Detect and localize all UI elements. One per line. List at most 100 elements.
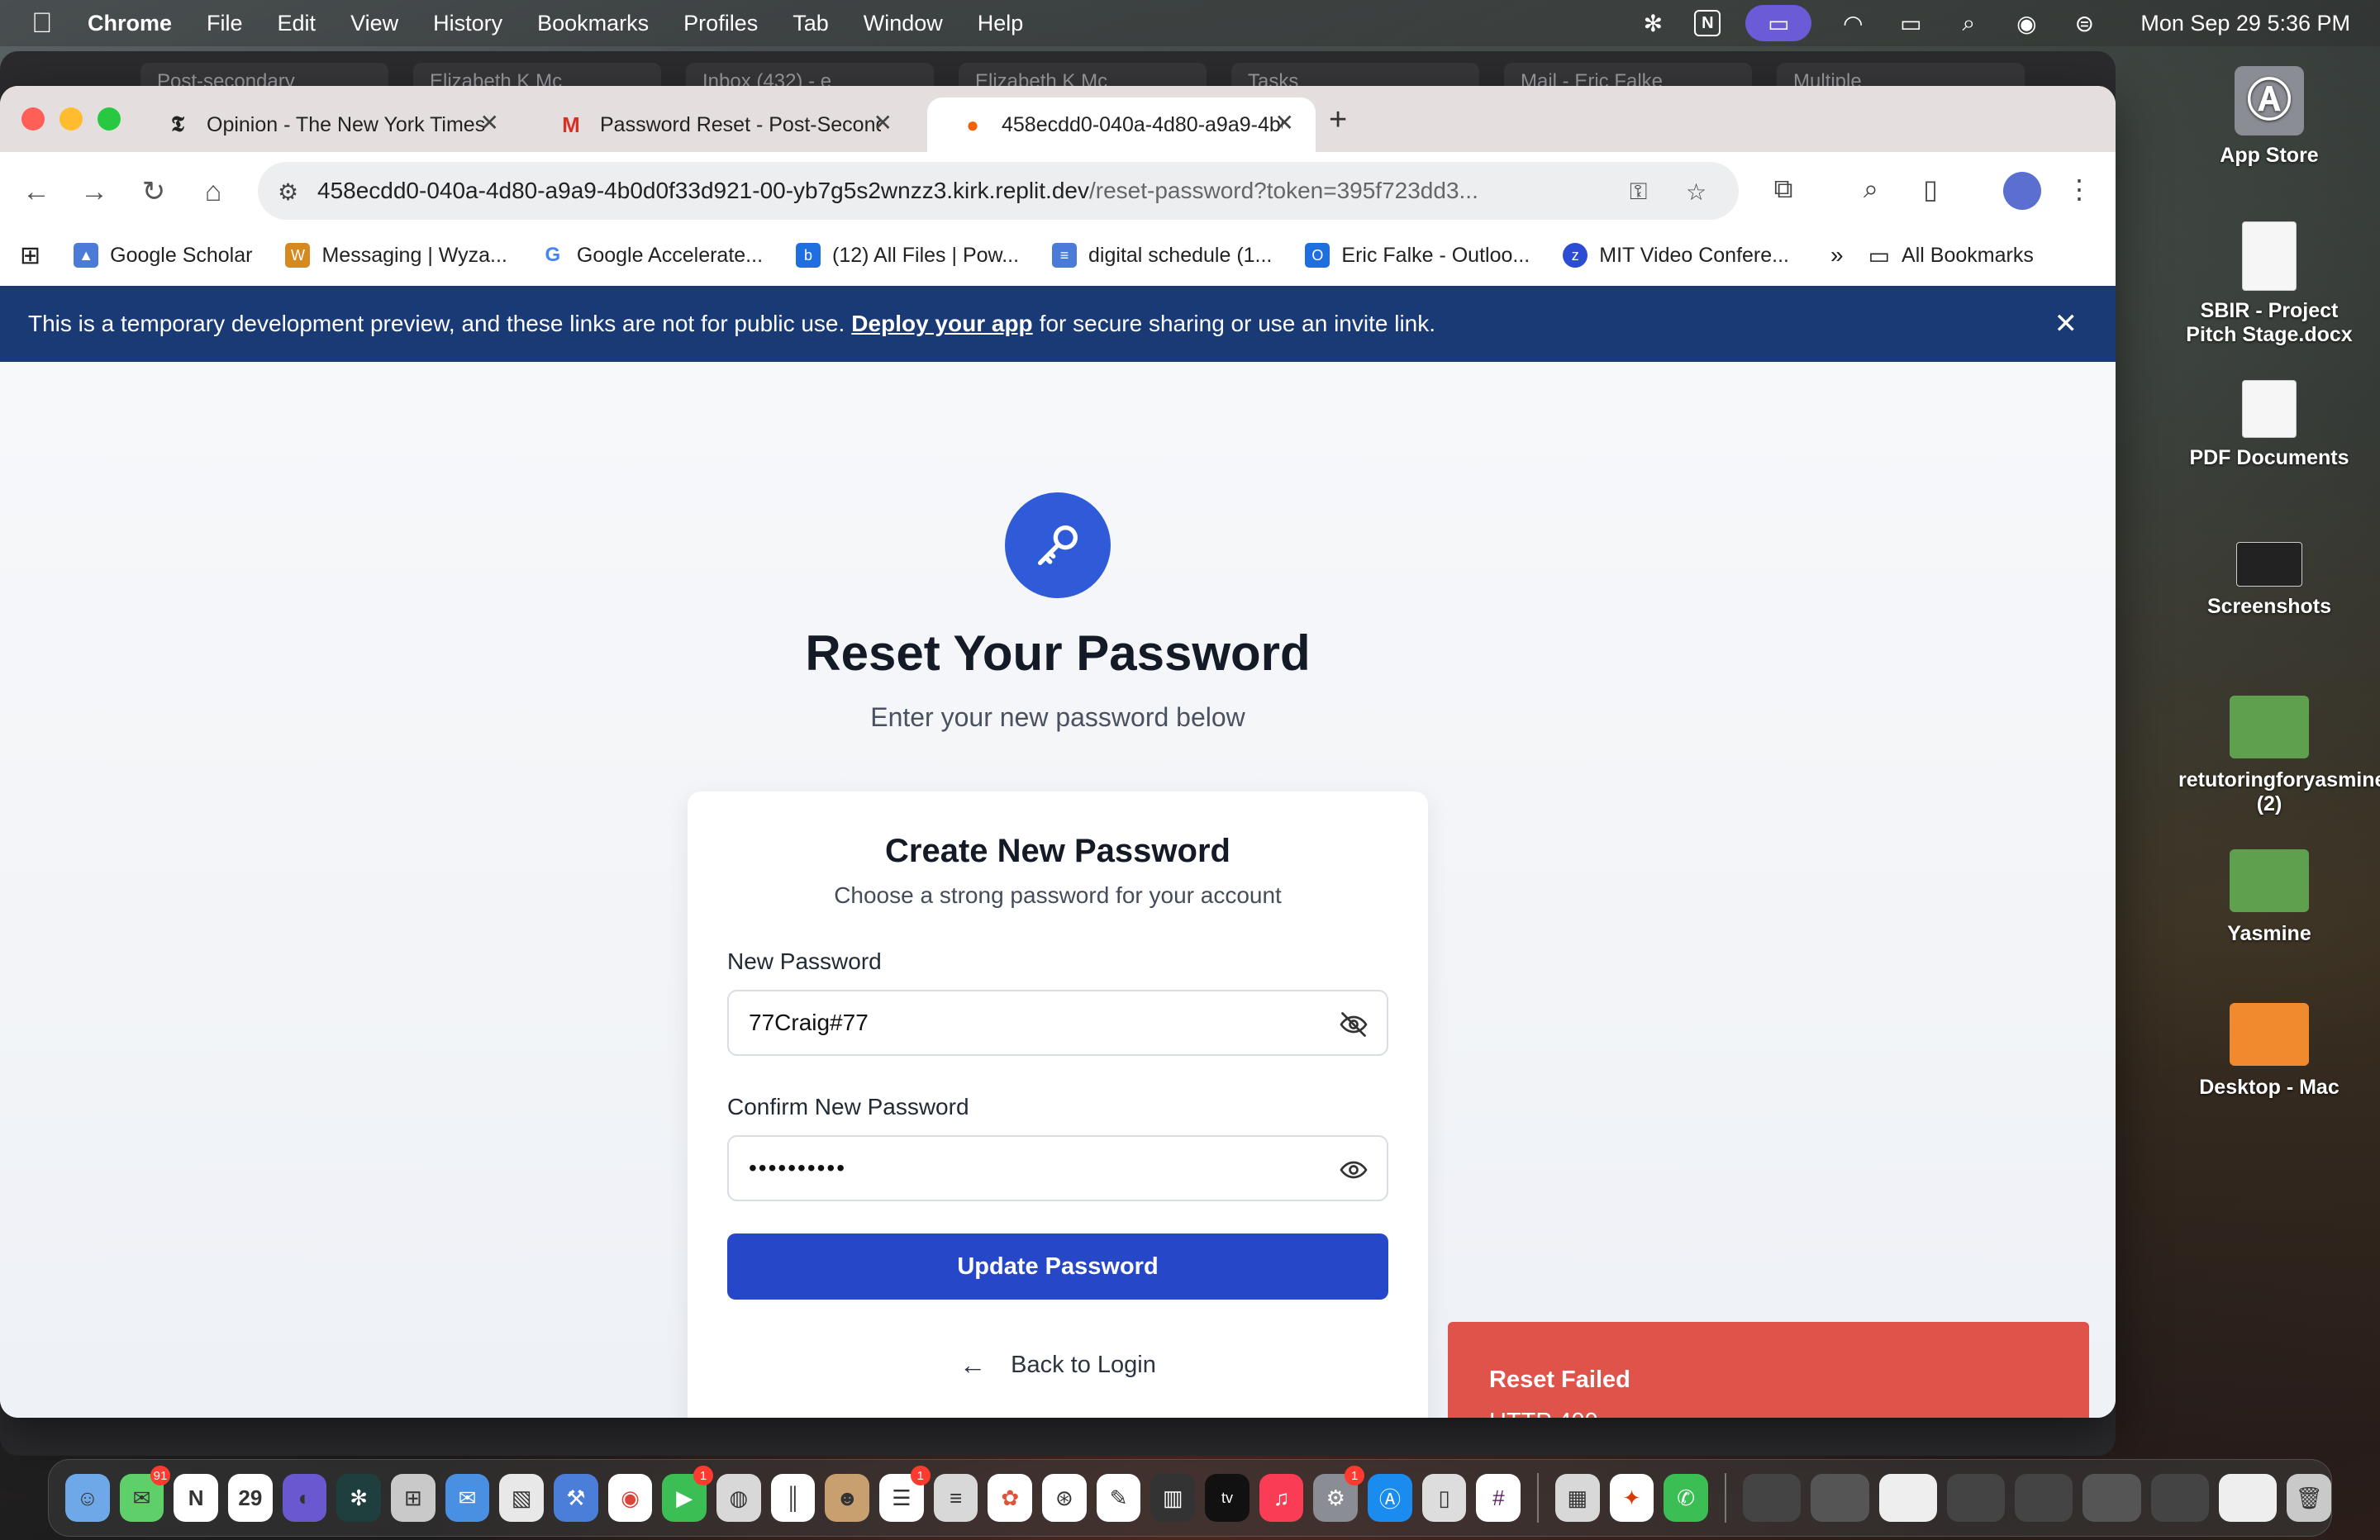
close-tab-icon[interactable]: ✕ [480,109,499,136]
music-icon[interactable]: ♫ [1259,1474,1304,1522]
more-bookmarks-icon[interactable]: » [1830,242,1844,269]
recent-window-thumbnail-icon[interactable] [2150,1474,2210,1522]
desktop-sbir-doc[interactable]: SBIR - Project Pitch Stage.docx [2178,221,2360,347]
back-arrow-icon[interactable]: ← [17,172,56,212]
reminders-icon[interactable]: ☰ 1 [879,1466,931,1522]
close-tab-icon[interactable]: ✕ [1275,109,1294,136]
calendar-icon[interactable]: 29 [228,1474,273,1522]
tab-nytimes[interactable]: 𝕿 Opinion - The New York Times ✕ [132,97,521,152]
contacts-icon[interactable]: ☻ [825,1474,870,1522]
error-toast[interactable]: Reset Failed HTTP 400 [1448,1322,2089,1418]
battery-icon[interactable]: ▭ [1894,9,1927,37]
show-password-icon[interactable] [1339,1155,1368,1185]
bookmark-mit-video[interactable]: z MIT Video Confere... [1563,243,1789,268]
menu-edit[interactable]: Edit [278,11,317,36]
close-tab-icon[interactable]: ✕ [873,109,892,136]
tab-gmail[interactable]: M Password Reset - Post-Secondary ✕ [526,97,914,152]
recent-window-thumbnail-icon[interactable] [1811,1474,1869,1522]
screen-mirroring-icon[interactable]: ▭ [1745,5,1812,41]
mail-icon[interactable]: ✉ [445,1474,490,1522]
barcode-icon[interactable]: ║ [770,1474,816,1522]
menu-app-name[interactable]: Chrome [88,11,172,36]
desktop-folder-retutoring[interactable]: retutoringforyasmine (2) [2178,696,2380,816]
profile-avatar[interactable] [2003,172,2041,210]
apple-menu-icon[interactable]:  [31,7,63,39]
photos-icon[interactable]: ✿ [988,1474,1033,1522]
reading-list-icon[interactable]: ▯ [1912,173,1949,205]
notes-list-icon[interactable]: ≡ [933,1474,978,1522]
confirm-password-input[interactable]: •••••••••• [727,1135,1388,1201]
wifi-icon[interactable]: ◠ [1836,9,1869,37]
bookmark-google-accelerate[interactable]: G Google Accelerate... [540,243,763,268]
tab-replit-active[interactable]: ● 458ecdd0-040a-4d80-a9a9-4b0d0f33d921 ✕ [927,97,1316,152]
trash-icon[interactable]: 🗑 [2287,1474,2332,1522]
facetime-icon[interactable]: ▶ 1 [662,1466,714,1522]
recent-window-thumbnail-icon[interactable] [1946,1474,2006,1522]
menu-help[interactable]: Help [978,11,1024,36]
recent-window-thumbnail-icon[interactable] [1742,1474,1802,1522]
bookmark-star-icon[interactable]: ☆ [1686,178,1706,206]
all-bookmarks[interactable]: ▭ All Bookmarks [1868,242,2034,269]
office-app-icon[interactable]: ✦ [1609,1474,1654,1522]
recent-window-thumbnail-icon[interactable] [1878,1474,1937,1522]
update-password-button[interactable]: Update Password [727,1233,1388,1300]
close-window-button[interactable] [21,107,45,131]
back-to-login-link[interactable]: ← Back to Login [688,1350,1428,1381]
notion-icon[interactable]: N [174,1474,219,1522]
site-settings-icon[interactable]: ⚙ [278,178,298,206]
recent-window-thumbnail-icon[interactable] [2219,1474,2278,1522]
forward-arrow-icon[interactable]: → [74,172,114,212]
recent-window-thumbnail-icon[interactable] [2082,1474,2141,1522]
menu-history[interactable]: History [433,11,502,36]
launchpad-icon[interactable]: ⊞ [391,1474,436,1522]
menu-profiles[interactable]: Profiles [683,11,758,36]
xcode-icon[interactable]: ⚒ [554,1474,598,1522]
phone-icon[interactable]: ✆ [1664,1474,1708,1522]
recent-window-thumbnail-icon[interactable] [2015,1474,2073,1522]
reload-icon[interactable]: ↻ [134,172,174,212]
finder-icon[interactable]: ☺ [65,1474,110,1522]
app-store-dock-icon[interactable]: Ⓐ [1368,1474,1412,1522]
desktop-folder-desktop-mac[interactable]: Desktop - Mac [2178,1003,2360,1100]
new-tab-icon[interactable]: + [1329,102,1347,138]
menubar-clock[interactable]: Mon Sep 29 5:36 PM [2140,11,2350,36]
siri-icon[interactable]: ◉ [2010,9,2043,37]
desktop-folder-yasmine[interactable]: Yasmine [2178,849,2360,946]
notion-icon[interactable]: N [1694,10,1721,36]
hide-password-icon[interactable] [1339,1010,1368,1039]
bookmark-messaging[interactable]: W Messaging | Wyza... [285,243,507,268]
menu-window[interactable]: Window [864,11,943,36]
arc-icon[interactable]: ◐ [282,1474,327,1522]
control-center-icon[interactable]: ⊜ [2068,9,2101,37]
apps-grid-icon[interactable]: ⊞ [20,241,40,270]
address-bar[interactable]: ⚙ 458ecdd0-040a-4d80-a9a9-4b0d0f33d921-0… [258,162,1739,220]
new-password-input[interactable]: 77Craig#77 [727,990,1388,1056]
desktop-screenshots[interactable]: Screenshots [2178,542,2360,619]
minimize-window-button[interactable] [60,107,83,131]
chrome-icon[interactable]: ◉ [607,1474,653,1522]
messages-icon[interactable]: ✉ 91 [119,1466,171,1522]
bug-icon[interactable]: ✻ [1636,9,1669,37]
menu-tab[interactable]: Tab [793,11,829,36]
iphone-mirroring-icon[interactable]: ▯ [1421,1474,1467,1522]
bookmark-digital-schedule[interactable]: ≡ digital schedule (1... [1052,243,1272,268]
chrome-menu-icon[interactable]: ⋮ [2061,173,2097,205]
system-settings-icon[interactable]: ⚙ 1 [1313,1466,1365,1522]
slack-icon[interactable]: # [1476,1474,1521,1522]
bookmark-box-files[interactable]: b (12) All Files | Pow... [796,243,1019,268]
spotlight-search-icon[interactable]: ⌕ [1952,9,1985,37]
preview-icon[interactable]: ▧ [499,1474,545,1522]
menu-view[interactable]: View [350,11,398,36]
grid-app-icon[interactable]: ▦ [1554,1474,1600,1522]
textedit-icon[interactable]: ✎ [1096,1474,1141,1522]
disk-icon[interactable]: ◍ [716,1474,761,1522]
menu-bookmarks[interactable]: Bookmarks [537,11,649,36]
extensions-icon[interactable]: ⧉ [1765,173,1802,205]
bookmark-outlook[interactable]: O Eric Falke - Outloo... [1305,243,1530,268]
fullscreen-window-button[interactable] [98,107,121,131]
close-banner-icon[interactable]: ✕ [2054,307,2078,340]
apple-tv-icon[interactable]: tv [1205,1474,1250,1522]
bookmark-google-scholar[interactable]: ▲ Google Scholar [74,243,252,268]
search-tabs-icon[interactable]: ⌕ [1853,173,1889,205]
desktop-app-store[interactable]: Ⓐ App Store [2178,66,2360,168]
